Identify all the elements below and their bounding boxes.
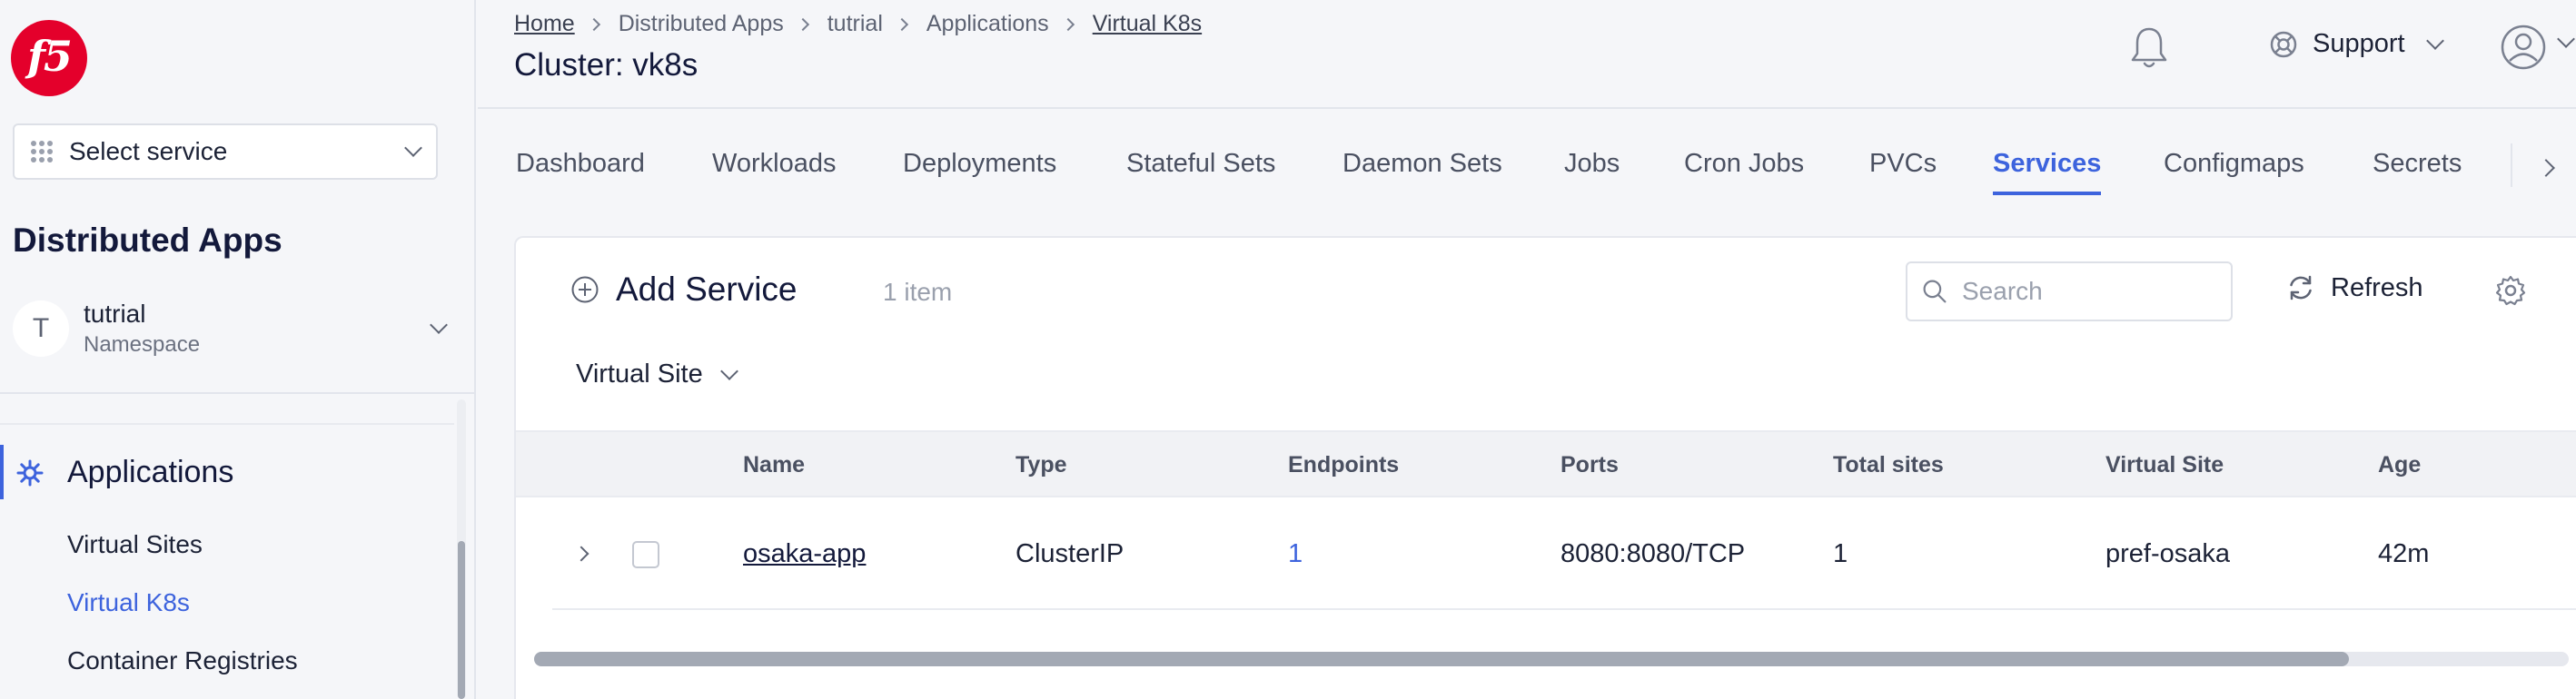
sidebar-title: Distributed Apps <box>13 222 282 259</box>
tab-jobs[interactable]: Jobs <box>1564 149 1620 192</box>
column-header-total-sites[interactable]: Total sites <box>1833 452 1944 478</box>
select-service-label: Select service <box>69 137 228 165</box>
kubernetes-helm-icon <box>16 459 44 487</box>
cell-ports: 8080:8080/TCP <box>1560 539 1746 568</box>
item-count: 1 item <box>883 278 953 306</box>
chevron-right-icon <box>796 17 809 31</box>
breadcrumb-distributed-apps: Distributed Apps <box>618 11 784 36</box>
services-panel: Add Service 1 item Refresh Virtual Site … <box>514 236 2576 699</box>
tab-workloads[interactable]: Workloads <box>712 149 836 192</box>
refresh-label: Refresh <box>2331 272 2423 302</box>
column-header-age[interactable]: Age <box>2378 452 2421 478</box>
support-menu[interactable]: Support <box>2269 29 2444 59</box>
breadcrumb-namespace: tutrial <box>827 11 883 36</box>
column-header-type[interactable]: Type <box>1016 452 1067 478</box>
plus-circle-icon <box>571 276 599 303</box>
sidebar-group-label: Applications <box>67 454 234 489</box>
chevron-right-icon <box>587 17 600 31</box>
search-input[interactable] <box>1962 277 2216 306</box>
breadcrumb-virtual-k8s[interactable]: Virtual K8s <box>1093 11 1202 37</box>
active-indicator <box>0 445 4 499</box>
chevron-down-icon <box>404 139 422 157</box>
search-icon <box>1923 280 1947 303</box>
tab-secrets[interactable]: Secrets <box>2373 149 2462 192</box>
tab-cron-jobs[interactable]: Cron Jobs <box>1684 149 1804 192</box>
cell-age: 42m <box>2378 539 2430 568</box>
cell-total-sites: 1 <box>1833 539 1848 568</box>
tab-stateful-sets[interactable]: Stateful Sets <box>1126 149 1275 192</box>
gear-icon[interactable] <box>2494 274 2527 307</box>
add-service-button[interactable]: Add Service <box>570 271 798 309</box>
sidebar-item-virtual-sites[interactable]: Virtual Sites <box>67 530 203 559</box>
expand-row-chevron-icon[interactable] <box>573 546 590 562</box>
tab-services[interactable]: Services <box>1993 149 2102 195</box>
tab-deployments[interactable]: Deployments <box>903 149 1056 192</box>
sidebar-divider <box>0 423 454 425</box>
tab-bar: Dashboard Workloads Deployments Stateful… <box>478 111 2576 220</box>
tab-divider <box>2511 143 2512 187</box>
namespace-label: Namespace <box>84 332 201 357</box>
breadcrumb-applications: Applications <box>926 11 1049 36</box>
select-service-dropdown[interactable]: Select service <box>13 123 438 180</box>
table-row[interactable]: osaka-app ClusterIP 1 8080:8080/TCP 1 pr… <box>552 497 2576 610</box>
app-grid-icon <box>31 141 53 162</box>
filter-label: Virtual Site <box>576 359 703 389</box>
sidebar-item-container-registries[interactable]: Container Registries <box>67 646 298 675</box>
tab-configmaps[interactable]: Configmaps <box>2164 149 2304 192</box>
table-header: Name Type Endpoints Ports Total sites Vi… <box>516 430 2576 497</box>
tab-dashboard[interactable]: Dashboard <box>516 149 645 192</box>
row-checkbox[interactable] <box>632 541 659 568</box>
namespace-selector[interactable]: T tutrial Namespace <box>13 292 458 365</box>
bell-icon[interactable] <box>2129 25 2169 71</box>
cell-type: ClusterIP <box>1016 539 1125 568</box>
refresh-icon <box>2290 275 2312 300</box>
namespace-name: tutrial <box>84 300 146 328</box>
search-field[interactable] <box>1906 261 2233 321</box>
page-title: Cluster: vk8s <box>514 47 698 83</box>
sidebar-item-virtual-k8s[interactable]: Virtual K8s <box>67 588 190 617</box>
chevron-down-icon <box>2425 31 2444 50</box>
chevron-right-icon <box>895 17 908 31</box>
breadcrumb-home[interactable]: Home <box>514 11 575 37</box>
column-header-endpoints[interactable]: Endpoints <box>1288 452 1399 478</box>
user-avatar-icon[interactable] <box>2500 24 2547 71</box>
column-header-name[interactable]: Name <box>743 452 805 478</box>
tab-pvcs[interactable]: PVCs <box>1869 149 1937 192</box>
sidebar: f5 Select service Distributed Apps T tut… <box>0 0 476 699</box>
sidebar-scrollbar-thumb[interactable] <box>458 541 465 699</box>
namespace-avatar: T <box>13 300 69 357</box>
top-header: Home Distributed Apps tutrial Applicatio… <box>478 0 2576 109</box>
virtual-site-filter[interactable]: Virtual Site <box>576 359 738 389</box>
sidebar-divider <box>0 392 474 394</box>
add-service-label: Add Service <box>616 271 798 308</box>
horizontal-scrollbar-thumb[interactable] <box>534 652 2349 666</box>
f5-logo[interactable]: f5 <box>11 20 87 96</box>
support-label: Support <box>2313 29 2405 58</box>
column-header-ports[interactable]: Ports <box>1560 452 1619 478</box>
lifebuoy-icon <box>2270 31 2297 57</box>
tab-daemon-sets[interactable]: Daemon Sets <box>1342 149 1502 192</box>
service-name-link[interactable]: osaka-app <box>743 539 866 569</box>
breadcrumb: Home Distributed Apps tutrial Applicatio… <box>514 11 1202 37</box>
chevron-down-icon <box>430 316 448 334</box>
sidebar-group-applications[interactable]: Applications <box>0 445 454 499</box>
chevron-down-icon <box>719 361 738 380</box>
chevron-right-icon[interactable] <box>2537 159 2555 177</box>
cell-virtual-site: pref-osaka <box>2105 539 2231 568</box>
column-header-virtual-site[interactable]: Virtual Site <box>2105 452 2224 478</box>
logo-text: f5 <box>27 32 73 81</box>
chevron-right-icon <box>1061 17 1075 31</box>
cell-endpoints-link[interactable]: 1 <box>1288 539 1303 569</box>
refresh-button[interactable]: Refresh <box>2285 272 2423 303</box>
